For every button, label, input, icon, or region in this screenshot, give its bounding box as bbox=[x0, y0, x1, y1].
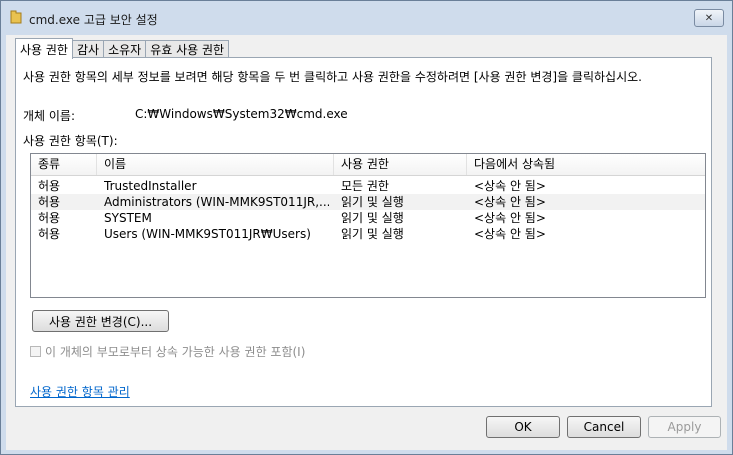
close-icon: ✕ bbox=[704, 12, 714, 24]
description-text: 사용 권한 항목의 세부 정보를 보려면 해당 항목을 두 번 클릭하고 사용 … bbox=[23, 70, 642, 84]
tab-effective-permissions[interactable]: 유효 사용 권한 bbox=[145, 40, 230, 58]
table-row[interactable]: 허용 Administrators (WIN-MMK9ST011JR,... 읽… bbox=[31, 194, 705, 210]
dialog-client: 사용 권한 감사 소유자 유효 사용 권한 사용 권한 항목의 세부 정보를 보… bbox=[6, 35, 727, 450]
permission-entries-label: 사용 권한 항목(T): bbox=[23, 134, 118, 148]
column-header-type[interactable]: 종류 bbox=[31, 154, 97, 175]
list-header: 종류 이름 사용 권한 다음에서 상속됨 bbox=[31, 154, 705, 176]
object-name-label: 개체 이름: bbox=[23, 109, 76, 123]
column-header-inherited[interactable]: 다음에서 상속됨 bbox=[467, 154, 705, 175]
tab-permissions[interactable]: 사용 권한 bbox=[15, 38, 73, 59]
security-settings-window: cmd.exe 고급 보안 설정 ✕ 사용 권한 감사 소유자 유효 사용 권한… bbox=[0, 0, 733, 455]
tab-strip: 사용 권한 감사 소유자 유효 사용 권한 bbox=[15, 38, 230, 59]
inherit-permissions-option[interactable]: 이 개체의 부모로부터 상속 가능한 사용 권한 포함(I) bbox=[30, 343, 305, 360]
column-header-name[interactable]: 이름 bbox=[97, 154, 334, 175]
tab-auditing[interactable]: 감사 bbox=[71, 40, 105, 58]
apply-button[interactable]: Apply bbox=[648, 416, 721, 438]
tab-owner[interactable]: 소유자 bbox=[103, 40, 147, 58]
table-row[interactable]: 허용 SYSTEM 읽기 및 실행 <상속 안 됨> bbox=[31, 210, 705, 226]
title-bar[interactable]: cmd.exe 고급 보안 설정 ✕ bbox=[1, 1, 732, 35]
permissions-panel: 사용 권한 항목의 세부 정보를 보려면 해당 항목을 두 번 클릭하고 사용 … bbox=[15, 57, 712, 407]
inherit-permissions-label: 이 개체의 부모로부터 상속 가능한 사용 권한 포함(I) bbox=[45, 345, 306, 359]
ok-button[interactable]: OK bbox=[486, 416, 560, 438]
close-button[interactable]: ✕ bbox=[694, 9, 724, 27]
change-permissions-button[interactable]: 사용 권한 변경(C)... bbox=[32, 310, 169, 332]
window-title: cmd.exe 고급 보안 설정 bbox=[29, 13, 158, 27]
table-row[interactable]: 허용 TrustedInstaller 모든 권한 <상속 안 됨> bbox=[31, 178, 705, 194]
column-header-permission[interactable]: 사용 권한 bbox=[334, 154, 467, 175]
folder-icon bbox=[10, 10, 22, 24]
manage-permission-entries-link[interactable]: 사용 권한 항목 관리 bbox=[30, 383, 130, 400]
permission-entries-list[interactable]: 종류 이름 사용 권한 다음에서 상속됨 허용 TrustedInstaller… bbox=[30, 153, 706, 298]
table-row[interactable]: 허용 Users (WIN-MMK9ST011JR₩Users) 읽기 및 실행… bbox=[31, 226, 705, 242]
inherit-permissions-checkbox[interactable] bbox=[30, 346, 41, 357]
cancel-button[interactable]: Cancel bbox=[567, 416, 641, 438]
object-name-value: C:₩Windows₩System32₩cmd.exe bbox=[135, 107, 348, 121]
